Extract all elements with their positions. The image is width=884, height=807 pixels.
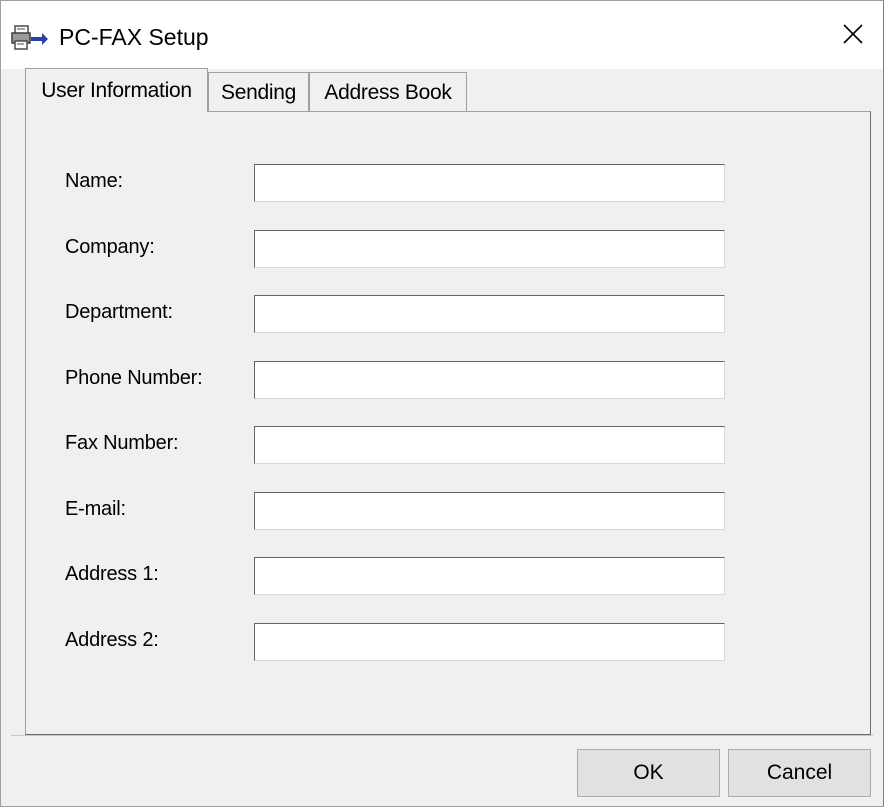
separator <box>11 735 873 742</box>
ok-button[interactable]: OK <box>577 749 720 797</box>
pc-fax-setup-dialog: PC-FAX Setup User Information Sending Ad… <box>0 0 884 807</box>
tab-sending[interactable]: Sending <box>208 72 309 112</box>
fax-number-label: Fax Number: <box>65 432 179 454</box>
window-title: PC-FAX Setup <box>59 24 209 50</box>
name-label: Name: <box>65 170 123 192</box>
phone-number-field[interactable] <box>254 361 725 399</box>
department-label: Department: <box>65 301 173 323</box>
department-field[interactable] <box>254 295 725 333</box>
address-1-label: Address 1: <box>65 563 159 585</box>
close-icon <box>842 23 864 45</box>
tab-address-book[interactable]: Address Book <box>309 72 467 112</box>
email-label: E-mail: <box>65 498 126 520</box>
company-field[interactable] <box>254 230 725 268</box>
name-field[interactable] <box>254 164 725 202</box>
pc-fax-icon <box>11 23 49 53</box>
phone-number-label: Phone Number: <box>65 367 203 389</box>
address-2-field[interactable] <box>254 623 725 661</box>
email-field[interactable] <box>254 492 725 530</box>
cancel-button[interactable]: Cancel <box>728 749 871 797</box>
tab-user-information[interactable]: User Information <box>25 68 208 112</box>
company-label: Company: <box>65 236 155 258</box>
address-2-label: Address 2: <box>65 629 159 651</box>
close-button[interactable] <box>823 9 883 59</box>
fax-number-field[interactable] <box>254 426 725 464</box>
address-1-field[interactable] <box>254 557 725 595</box>
title-bar: PC-FAX Setup <box>1 1 883 69</box>
